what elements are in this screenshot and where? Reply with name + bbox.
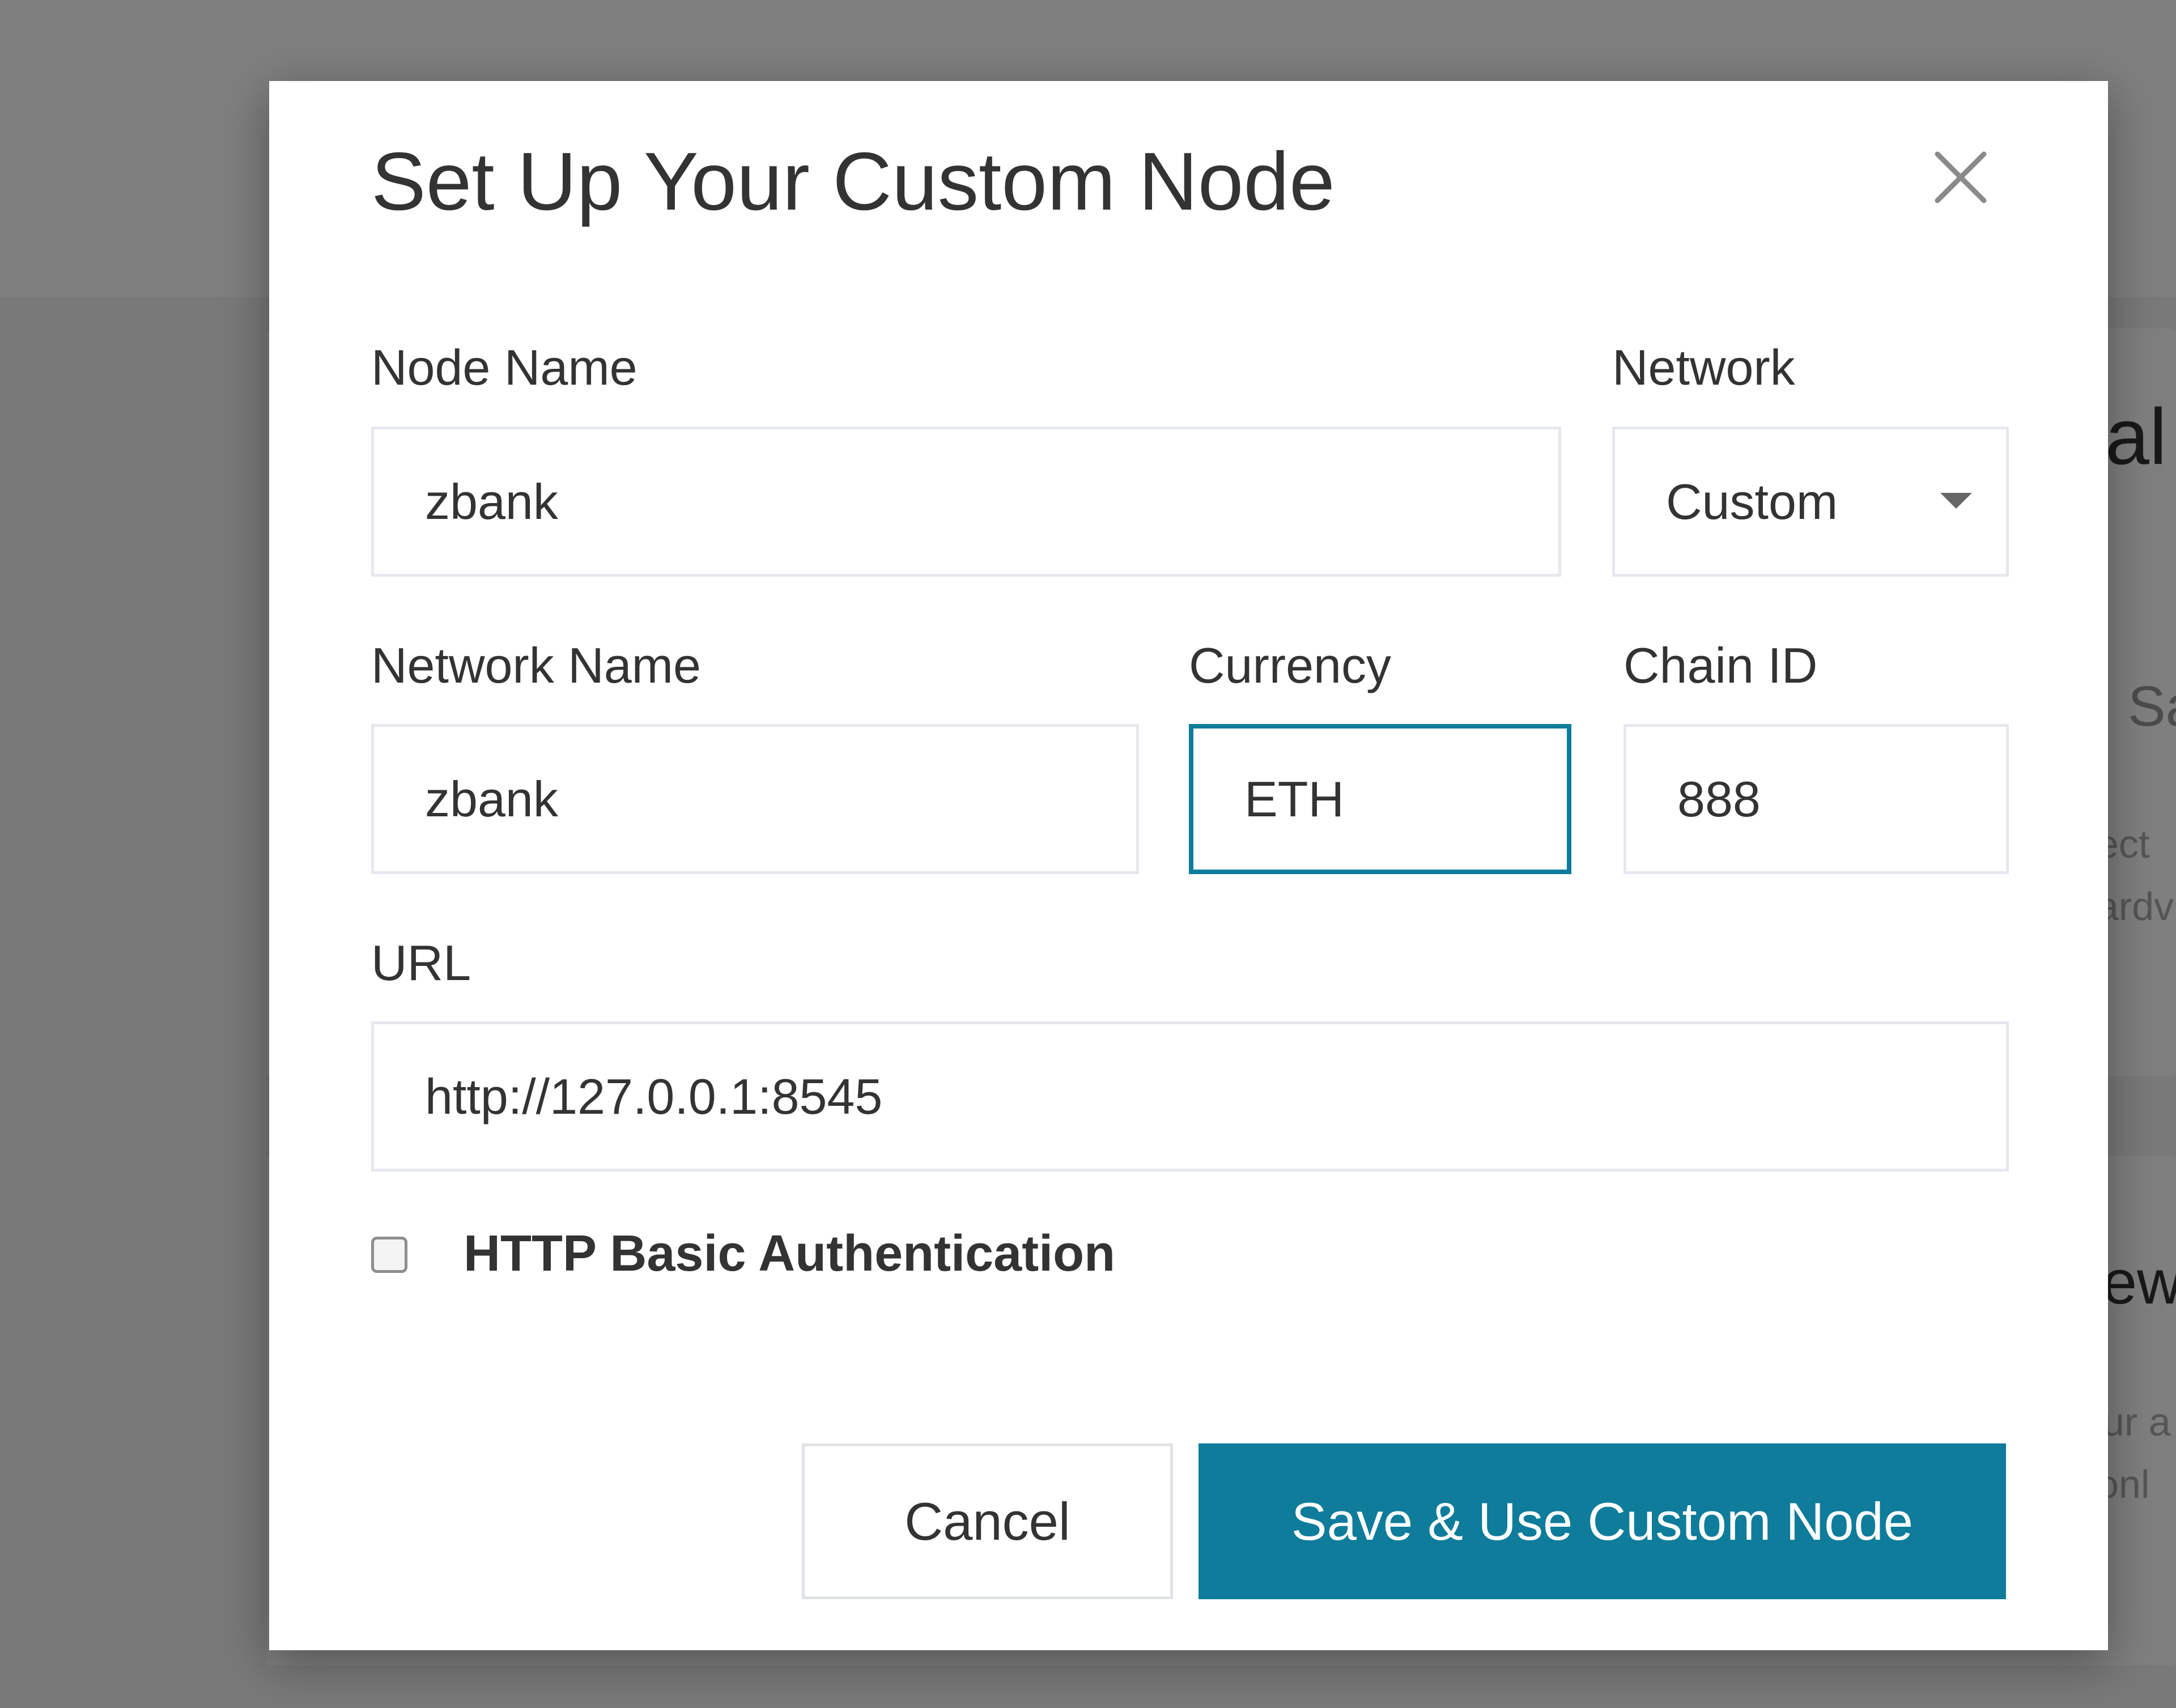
close-icon [1935, 151, 1987, 203]
network-label: Network [1612, 339, 1795, 395]
custom-node-modal: Set Up Your Custom Node Node Name Networ… [269, 81, 2108, 1650]
network-select-value: Custom [1666, 474, 1838, 530]
cancel-button[interactable]: Cancel [802, 1443, 1173, 1599]
network-name-input[interactable] [371, 724, 1139, 874]
modal-title: Set Up Your Custom Node [371, 135, 1335, 227]
node-name-input[interactable] [371, 427, 1561, 577]
chain-id-input[interactable] [1624, 724, 2009, 874]
http-auth-checkbox[interactable] [371, 1237, 407, 1273]
network-select[interactable]: Custom [1612, 427, 2009, 577]
url-label: URL [371, 935, 471, 991]
currency-input[interactable] [1189, 724, 1571, 874]
currency-label: Currency [1189, 637, 1391, 693]
close-button[interactable] [1930, 146, 1992, 208]
chain-id-label: Chain ID [1624, 637, 1818, 693]
caret-down-icon [1940, 493, 1972, 509]
app-window: al Sa ect ardv ew ur a onl Set Up Your C… [0, 0, 2176, 1708]
network-name-label: Network Name [371, 637, 701, 693]
url-input[interactable] [371, 1021, 2009, 1172]
save-custom-node-button[interactable]: Save & Use Custom Node [1198, 1443, 2006, 1599]
http-auth-label[interactable]: HTTP Basic Authentication [464, 1228, 1115, 1279]
node-name-label: Node Name [371, 339, 638, 395]
